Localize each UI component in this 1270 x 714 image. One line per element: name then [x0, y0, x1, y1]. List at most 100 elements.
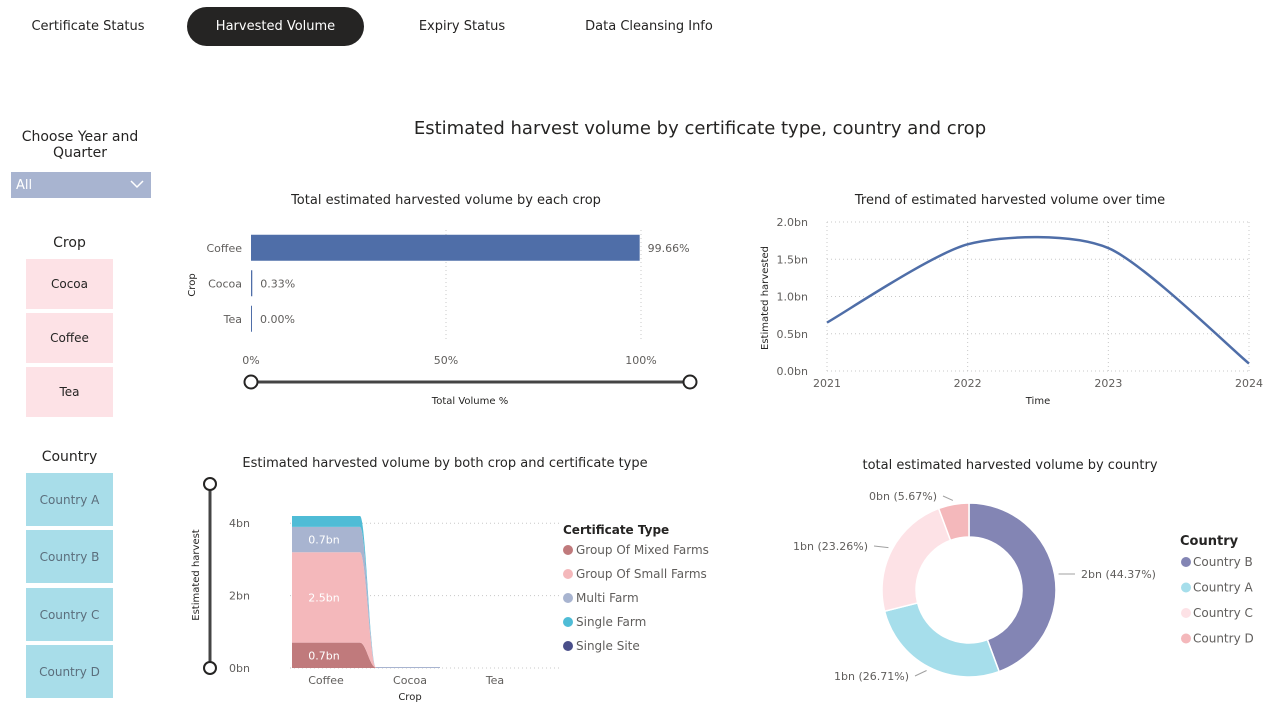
tab-harvested-volume[interactable]: Harvested Volume	[187, 7, 364, 46]
trend-line-chart: 0.0bn 0.5bn 1.0bn 1.5bn 2.0bn 2021 2022 2023 202…	[760, 216, 1263, 407]
trend-x-tick: 2022	[954, 377, 982, 390]
trend-line-chart-title: Trend of estimated harvested volume over…	[854, 193, 1166, 208]
stacked-area-series[interactable]	[292, 526, 410, 668]
donut-leader-line	[873, 545, 889, 549]
country-legend-label[interactable]: Country C	[1193, 606, 1253, 620]
crop-bar[interactable]	[251, 305, 252, 332]
donut-data-label: 2bn (44.37%)	[1081, 568, 1156, 581]
crop-bar-x-axis-title: Total Volume %	[431, 396, 508, 407]
crop-bar[interactable]	[251, 234, 640, 261]
country-tile-b[interactable]: Country B	[26, 530, 113, 583]
crop-tile-tea[interactable]: Tea	[26, 367, 113, 417]
stacked-y-tick: 0bn	[229, 662, 250, 675]
trend-x-tick: 2023	[1094, 377, 1122, 390]
certificate-legend-title: Certificate Type	[563, 523, 669, 537]
country-legend-marker	[1181, 633, 1191, 644]
stacked-data-label: 2.5bn	[308, 591, 339, 604]
certificate-legend-label[interactable]: Group Of Small Farms	[576, 567, 707, 581]
crop-bar-category-label: Coffee	[206, 242, 242, 255]
vertical-range-slider	[203, 477, 217, 675]
tab-expiry-status[interactable]: Expiry Status	[400, 7, 524, 46]
country-legend-label[interactable]: Country B	[1193, 555, 1253, 569]
donut-data-label: 1bn (23.26%)	[793, 540, 868, 553]
vertical-min-handle[interactable]	[203, 661, 217, 675]
crop-bar-chart: 0% 50% 100%Coffee 99.66%Cocoa 0.33%Tea 0.00% …	[187, 230, 690, 407]
certificate-legend-marker	[563, 593, 573, 603]
donut-slice[interactable]	[937, 502, 970, 542]
range-max-handle[interactable]	[682, 374, 698, 390]
donut-slice[interactable]	[883, 602, 1001, 678]
crop-bar-y-axis-title: Crop	[187, 273, 198, 296]
trend-line-series	[826, 235, 1250, 365]
country-legend-title: Country	[1180, 534, 1239, 549]
trend-y-tick: 1.5bn	[777, 253, 808, 266]
country-legend-marker	[1181, 608, 1191, 618]
stacked-y-tick: 2bn	[229, 590, 250, 603]
volume-range-slider	[243, 374, 698, 390]
stacked-x-tick: Coffee	[308, 674, 344, 687]
range-min-handle[interactable]	[243, 374, 259, 390]
crop-bar-chart-title: Total estimated harvested volume by each…	[291, 193, 601, 208]
stacked-x-tick: Cocoa	[393, 674, 427, 687]
crop-bar[interactable]	[251, 270, 253, 297]
donut-leader-line	[914, 670, 927, 677]
certificate-legend-marker	[563, 617, 573, 627]
stacked-x-axis-title: Crop	[398, 692, 421, 703]
crop-bar-x-tick: 100%	[625, 354, 656, 367]
stacked-y-axis-title: Estimated harvest	[191, 529, 202, 621]
year-quarter-selected: All	[16, 177, 33, 193]
vertical-max-handle[interactable]	[203, 477, 217, 491]
tab-certificate-status[interactable]: Certificate Status	[18, 7, 158, 46]
donut-data-label: 1bn (26.71%)	[834, 670, 909, 683]
year-quarter-dropdown[interactable]: All	[11, 172, 151, 198]
certificate-legend-marker	[563, 545, 573, 555]
page-title: Estimated harvest volume by certificate …	[413, 118, 987, 139]
stacked-data-label: 0.7bn	[308, 534, 339, 547]
country-donut-chart: 2bn (44.37%) 1bn (26.71%) 1bn (23.26%) 0bn …	[793, 490, 1254, 683]
crop-slicer-title: Crop	[53, 235, 86, 251]
country-legend-marker	[1181, 557, 1191, 567]
crop-bar-category-label: Cocoa	[208, 277, 242, 290]
certificate-legend-label[interactable]: Group Of Mixed Farms	[576, 543, 709, 557]
trend-y-tick: 0.0bn	[777, 365, 808, 378]
country-slicer-title: Country	[41, 449, 98, 465]
donut-slice[interactable]	[881, 507, 952, 613]
crop-tile-coffee[interactable]: Coffee	[26, 313, 113, 363]
certificate-legend-label[interactable]: Multi Farm	[576, 591, 639, 605]
country-tile-d[interactable]: Country D	[26, 645, 113, 698]
donut-data-label: 0bn (5.67%)	[869, 490, 937, 503]
certificate-legend-label[interactable]: Single Site	[576, 639, 640, 653]
trend-x-tick: 2021	[813, 377, 841, 390]
trend-y-tick: 0.5bn	[777, 328, 808, 341]
certificate-legend-marker	[563, 569, 573, 579]
stacked-data-label: 0.7bn	[308, 649, 339, 662]
crop-bar-x-tick: 0%	[242, 354, 259, 367]
stacked-area-chart: 0bn 2bn 4bn Coffee Cocoa Tea 0.7bn 2.5bn 0.7bn G…	[191, 516, 709, 703]
stacked-area-chart-title: Estimated harvested volume by both crop …	[242, 456, 648, 471]
crop-bar-data-label: 99.66%	[648, 242, 690, 255]
stacked-area-series[interactable]	[292, 516, 410, 668]
stacked-area-series[interactable]	[292, 642, 410, 668]
tab-data-cleansing-info[interactable]: Data Cleansing Info	[575, 7, 723, 46]
country-legend-label[interactable]: Country D	[1193, 632, 1254, 646]
donut-chart-title: total estimated harvested volume by coun…	[862, 458, 1158, 473]
trend-x-axis-title: Time	[1025, 396, 1050, 407]
trend-x-tick: 2024	[1235, 377, 1263, 390]
crop-tile-cocoa[interactable]: Cocoa	[26, 259, 113, 309]
crop-bar-category-label: Tea	[223, 313, 242, 326]
stacked-area-series[interactable]	[292, 552, 410, 668]
country-tile-a[interactable]: Country A	[26, 473, 113, 526]
country-legend-marker	[1181, 582, 1191, 593]
year-quarter-slicer-title: Choose Year and Quarter	[21, 129, 139, 161]
crop-bar-data-label: 0.00%	[260, 313, 295, 326]
trend-y-tick: 2.0bn	[777, 216, 808, 229]
crop-bar-x-tick: 50%	[434, 354, 458, 367]
trend-y-axis-title: Estimated harvested	[760, 246, 771, 350]
donut-leader-line	[942, 495, 954, 501]
donut-slice[interactable]	[968, 502, 1057, 673]
country-legend-label[interactable]: Country A	[1193, 581, 1253, 595]
crop-bar-data-label: 0.33%	[260, 277, 295, 290]
certificate-legend-label[interactable]: Single Farm	[576, 615, 646, 629]
chevron-down-icon	[130, 180, 144, 189]
country-tile-c[interactable]: Country C	[26, 588, 113, 641]
